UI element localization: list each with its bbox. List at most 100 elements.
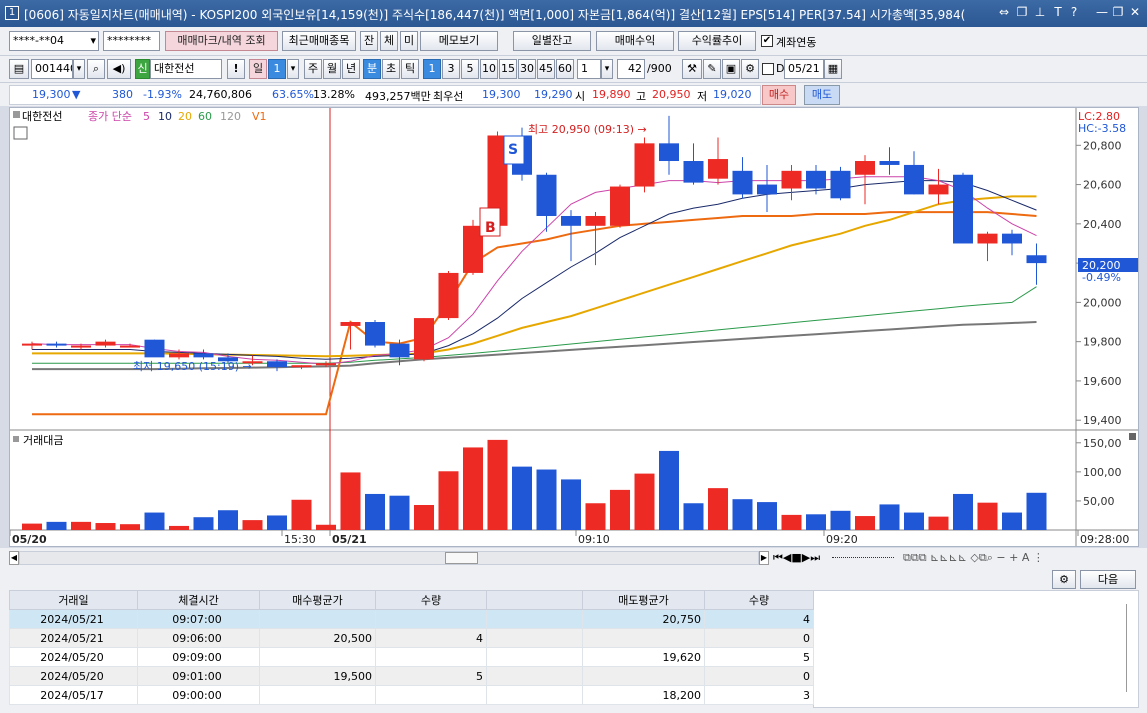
buy-button[interactable]: 매수 [762, 85, 796, 105]
stock-code-field[interactable]: 001440 [31, 59, 73, 79]
interval-field[interactable]: 1 [577, 59, 601, 79]
chart-settings-icon[interactable]: ⚒ [682, 59, 702, 79]
interval-dropdown-icon[interactable]: ▾ [601, 59, 613, 79]
period-week[interactable]: 주 [304, 59, 322, 79]
unfilled-button[interactable]: 미 [400, 31, 418, 51]
price-tick-label: 20,600 [1083, 179, 1122, 192]
yield-trend-button[interactable]: 수익률추이 [678, 31, 756, 51]
help-icon[interactable]: ? [1066, 4, 1082, 20]
navigation-icons[interactable]: ⏮◀■▶⏭ [773, 551, 820, 565]
price-change: 380 [112, 88, 133, 101]
volume-bar [487, 439, 508, 530]
header-exec-time[interactable]: 체결시간 [137, 590, 260, 610]
cell-date: 2024/05/20 [9, 647, 138, 667]
gear-icon[interactable]: ⚙ [741, 59, 759, 79]
search-icon[interactable]: ⌕ [87, 59, 105, 79]
alert-button[interactable]: ! [227, 59, 245, 79]
save-icon[interactable]: ▣ [722, 59, 740, 79]
period-minute[interactable]: 분 [363, 59, 381, 79]
minute-45[interactable]: 45 [537, 59, 555, 79]
period-day-count[interactable]: 1 [268, 59, 286, 79]
memo-button[interactable]: 메모보기 [420, 31, 498, 51]
restore-icon[interactable]: ❐ [1110, 4, 1126, 20]
time-tick-label: 15:30 [284, 533, 316, 546]
period-second[interactable]: 초 [382, 59, 400, 79]
day-count-dropdown-icon[interactable]: ▾ [287, 59, 299, 79]
period-day[interactable]: 일 [249, 59, 267, 79]
minute-1[interactable]: 1 [423, 59, 441, 79]
minute-15[interactable]: 15 [499, 59, 517, 79]
table-icon[interactable] [13, 126, 28, 140]
minimize-icon[interactable]: — [1094, 4, 1110, 20]
recent-trades-button[interactable]: 최근매매종목 [282, 31, 356, 51]
minute-30[interactable]: 30 [518, 59, 536, 79]
scroll-left-icon[interactable]: ◀ [9, 551, 19, 565]
speaker-icon[interactable]: ◀) [107, 59, 131, 79]
header-sell-qty[interactable]: 수량 [704, 590, 814, 610]
next-button[interactable]: 다음 [1080, 570, 1136, 589]
candle-body [659, 143, 679, 162]
chart-scroll-thumb[interactable] [445, 552, 478, 564]
trade-amount: 493,257백만 [365, 90, 431, 103]
title-bar: 1 [0606] 자동일지차트(매매내역) - KOSPI200 외국인보유[1… [0, 0, 1147, 27]
execution-button[interactable]: 체 [380, 31, 398, 51]
candle-body [830, 170, 851, 199]
date-field[interactable]: 05/21 [784, 59, 824, 79]
minute-5[interactable]: 5 [461, 59, 479, 79]
balance-button[interactable]: 잔 [360, 31, 378, 51]
header-trade-date[interactable]: 거래일 [9, 590, 138, 610]
minute-3[interactable]: 3 [442, 59, 460, 79]
chart-tool-icons[interactable]: ⧉⧉⧉ ⊾⊾⊾⊾ ◇⧉⌕ − + A ⋮ [903, 551, 1044, 565]
table-settings-icon[interactable]: ⚙ [1052, 570, 1076, 589]
window-list-icon[interactable]: ❐ [1014, 4, 1030, 20]
date-checkbox[interactable] [762, 63, 774, 75]
sell-button[interactable]: 매도 [804, 85, 840, 105]
period-month[interactable]: 월 [323, 59, 341, 79]
table-row[interactable]: 2024/05/21 09:07:00 20,750 4 [9, 609, 814, 629]
legend-vi: V1 [252, 110, 267, 123]
chart-scroll-track[interactable] [19, 551, 759, 565]
volume-bar [610, 489, 630, 530]
period-year[interactable]: 년 [342, 59, 360, 79]
code-dropdown-icon[interactable]: ▾ [73, 59, 85, 79]
stock-name-field[interactable]: 대한전선 [150, 59, 222, 79]
account-select[interactable]: ****-**04 ▾ [9, 31, 99, 51]
pin-icon[interactable]: ⊥ [1032, 4, 1048, 20]
header-sell-avg[interactable]: 매도평균가 [582, 590, 705, 610]
cell-buy-qty [375, 647, 487, 667]
minute-60[interactable]: 60 [556, 59, 574, 79]
scroll-right-icon[interactable]: ▶ [759, 551, 769, 565]
password-field[interactable]: ******** [103, 31, 160, 51]
calendar-icon[interactable]: ▦ [824, 59, 842, 79]
font-icon[interactable]: T [1050, 4, 1066, 20]
high-annotation: 최고 20,950 (09:13) → [528, 123, 647, 136]
account-link-checkbox[interactable]: ✔ [761, 35, 773, 47]
volume-toggle-icon[interactable] [13, 436, 19, 442]
stock-list-icon[interactable]: ▤ [9, 59, 29, 79]
draw-tools-icon[interactable]: ✎ [703, 59, 721, 79]
link-icon[interactable]: ⇔ [996, 4, 1012, 20]
price-chart[interactable]: 대한전선 종가 단순 5 10 20 60 120 V1 LC:2.80 HC:… [9, 108, 1139, 546]
daily-balance-button[interactable]: 일별잔고 [513, 31, 591, 51]
volume-close-icon[interactable] [1129, 433, 1136, 440]
minute-10[interactable]: 10 [480, 59, 498, 79]
table-row[interactable]: 2024/05/21 09:06:00 20,500 4 0 [9, 628, 814, 648]
count-field[interactable]: 42 [617, 59, 645, 79]
trade-profit-button[interactable]: 매매수익 [596, 31, 674, 51]
chart-panel[interactable]: 대한전선 종가 단순 5 10 20 60 120 V1 LC:2.80 HC:… [9, 107, 1139, 547]
legend-toggle-icon[interactable] [13, 111, 20, 118]
stock-badge: 신 [135, 59, 150, 79]
header-buy-avg[interactable]: 매수평균가 [259, 590, 376, 610]
trade-mark-button[interactable]: 매매마크/내역 조회 [165, 31, 278, 51]
table-scrollbar[interactable] [1126, 604, 1132, 692]
header-buy-qty[interactable]: 수량 [375, 590, 487, 610]
table-row[interactable]: 2024/05/20 09:09:00 19,620 5 [9, 647, 814, 667]
candle-body [708, 159, 728, 179]
period-tick[interactable]: 틱 [401, 59, 419, 79]
table-row[interactable]: 2024/05/20 09:01:00 19,500 5 0 [9, 666, 814, 686]
volume-bar [22, 523, 42, 530]
chart-scrollbar-row: ◀ ▶ ⏮◀■▶⏭ ⧉⧉⧉ ⊾⊾⊾⊾ ◇⧉⌕ − + A ⋮ [0, 548, 1147, 568]
close-icon[interactable]: ✕ [1127, 4, 1143, 20]
zoom-slider[interactable] [832, 557, 894, 558]
table-row[interactable]: 2024/05/17 09:00:00 18,200 3 [9, 685, 814, 705]
